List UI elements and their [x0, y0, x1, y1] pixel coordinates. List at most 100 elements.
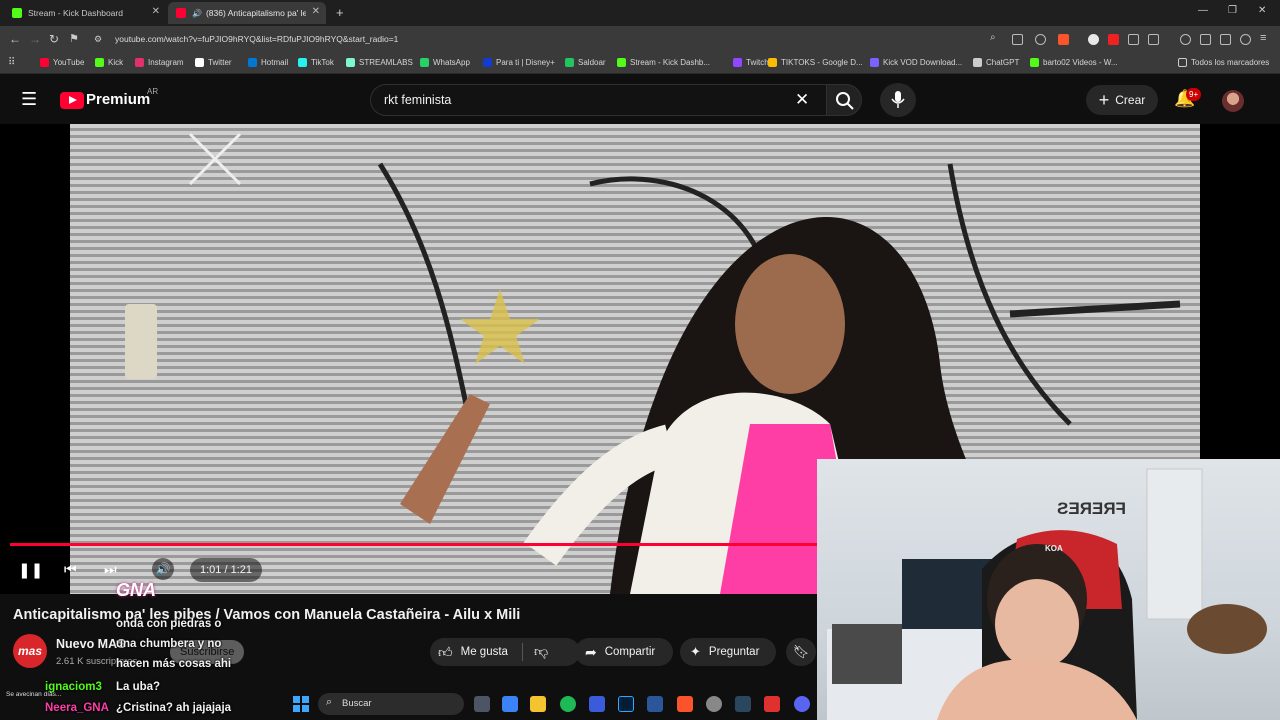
bookmark-item[interactable]: Twitter [195, 58, 232, 67]
time-display: 1:01 / 1:21 [190, 558, 262, 582]
spotify-icon[interactable] [560, 696, 576, 712]
bookmark-item[interactable]: YouTube [40, 58, 84, 67]
weather-widget-text[interactable]: Se avecinan días... [6, 691, 61, 698]
share-page-icon[interactable] [1035, 34, 1046, 45]
clear-search-icon[interactable]: ✕ [795, 90, 809, 110]
task-view-icon[interactable] [474, 696, 490, 712]
bookmark-favicon-icon [768, 58, 777, 67]
search-icon [836, 92, 854, 110]
discord-icon[interactable] [794, 696, 810, 712]
voice-search-button[interactable] [880, 83, 916, 117]
like-button[interactable]: Me gusta [461, 646, 508, 658]
bookmark-item[interactable]: STREAMLABS [346, 58, 413, 67]
close-tab-icon[interactable]: ✕ [152, 6, 160, 17]
address-bar[interactable]: ⚙ youtube.com/watch?v=fuPJIO9hRYQ&list=R… [88, 29, 1278, 51]
bookmarks-folder[interactable]: Todos los marcadores [1178, 58, 1269, 67]
bookmark-item[interactable]: Instagram [135, 58, 184, 67]
bookmark-item[interactable]: Hotmail [248, 58, 288, 67]
hamburger-menu-icon[interactable]: ☰ [21, 89, 37, 110]
steam-icon[interactable] [735, 696, 751, 712]
word-icon[interactable] [647, 696, 663, 712]
minimize-button[interactable]: — [1198, 5, 1208, 16]
channel-avatar[interactable]: mas [13, 634, 47, 668]
search-query-text[interactable]: rkt feminista [384, 93, 451, 107]
audio-playing-icon[interactable]: 🔊 [192, 9, 202, 18]
brave-icon[interactable] [677, 696, 693, 712]
share-label: Compartir [604, 646, 656, 658]
bookmark-item[interactable]: ChatGPT [973, 58, 1019, 67]
bookmark-item[interactable]: Kick [95, 58, 123, 67]
share-button[interactable]: ➦ Compartir [575, 638, 673, 666]
voice-mod-icon[interactable] [764, 696, 780, 712]
previous-button[interactable]: ⏮ [64, 561, 77, 578]
search-button[interactable] [826, 84, 862, 116]
extension-icon[interactable] [1108, 34, 1119, 45]
bookmark-label: Kick VOD Download... [883, 58, 963, 67]
premium-logo-text[interactable]: Premium [86, 91, 150, 108]
wallet-icon[interactable] [1220, 34, 1231, 45]
stream-watermark-logo: GNA [116, 580, 156, 600]
taskbar-search-box[interactable]: ⌕ Buscar [318, 693, 464, 715]
bookmark-item[interactable]: Kick VOD Download... [870, 58, 962, 67]
browser-tab-bar: Stream - Kick Dashboard ✕ 🔊 (836) Antica… [0, 0, 1280, 26]
tab-search-icon[interactable] [1200, 34, 1211, 45]
bookmark-save-icon: 🔖︎ [792, 644, 810, 659]
media-icon[interactable] [1180, 34, 1191, 45]
extension-icon[interactable] [1088, 34, 1099, 45]
bookmark-item[interactable]: Para ti | Disney+ [483, 58, 555, 67]
save-button[interactable]: 🔖︎ [786, 638, 816, 666]
menu-icon[interactable]: ≡ [1260, 32, 1266, 44]
brave-shields-icon[interactable] [1058, 34, 1069, 45]
url-text[interactable]: youtube.com/watch?v=fuPJIO9hRYQ&list=RDf… [115, 34, 398, 44]
vegas-icon[interactable] [589, 696, 605, 712]
tab-kick-dashboard[interactable]: Stream - Kick Dashboard ✕ [4, 2, 166, 24]
bookmark-item[interactable]: WhatsApp [420, 58, 470, 67]
pause-button[interactable]: ❚❚ [18, 561, 43, 579]
thumbs-up-icon[interactable]: 👍︎ [438, 644, 453, 661]
bookmark-item[interactable]: Stream - Kick Dashb... [617, 58, 710, 67]
back-icon[interactable]: ← [9, 32, 21, 46]
sparkle-icon: ✦ [690, 644, 701, 659]
youtube-logo-icon[interactable] [60, 92, 84, 109]
taskbar-search-label: Buscar [342, 698, 372, 709]
notifications-badge: 9+ [1186, 88, 1202, 101]
extensions-puzzle-icon[interactable] [1128, 34, 1139, 45]
bookmark-item[interactable]: Twitch [733, 58, 769, 67]
windows-start-icon[interactable] [293, 696, 309, 712]
volume-icon[interactable]: 🔊 [152, 558, 174, 580]
screen-share-icon[interactable] [1012, 34, 1023, 45]
avatar[interactable] [1222, 90, 1244, 112]
app-icon[interactable] [706, 696, 722, 712]
notepad-icon[interactable] [502, 696, 518, 712]
new-tab-button[interactable]: + [336, 5, 344, 20]
bookmark-item[interactable]: Saldoar [565, 58, 606, 67]
search-input[interactable]: rkt feminista ✕ [370, 84, 826, 116]
close-window-button[interactable]: ✕ [1258, 5, 1266, 16]
forward-icon[interactable]: → [29, 32, 41, 46]
maximize-button[interactable]: ❐ [1228, 5, 1237, 16]
divider [522, 643, 523, 661]
zoom-icon[interactable]: ⌕ [990, 32, 996, 43]
vpn-icon[interactable] [1240, 34, 1251, 45]
bookmark-item[interactable]: TikTok [298, 58, 334, 67]
bookmark-favicon-icon [135, 58, 144, 67]
bookmark-item[interactable]: TIKTOKS - Google D... [768, 58, 863, 67]
next-button[interactable]: ⏭ [104, 561, 117, 578]
photoshop-icon[interactable] [618, 696, 634, 712]
apps-grid-icon[interactable]: ⠿ [8, 57, 15, 68]
file-explorer-icon[interactable] [530, 696, 546, 712]
plus-icon: + [1098, 89, 1110, 110]
bookmark-icon[interactable]: ⚑ [69, 32, 79, 45]
wall-text: FRERES [1057, 499, 1126, 518]
sidebar-icon[interactable] [1148, 34, 1159, 45]
site-info-icon[interactable]: ⚙ [94, 34, 102, 45]
ask-button[interactable]: ✦ Preguntar [680, 638, 776, 666]
create-button[interactable]: + Crear [1086, 85, 1158, 115]
reload-icon[interactable]: ↻ [49, 32, 59, 46]
tab-youtube-video[interactable]: 🔊 (836) Anticapitalismo pa' les pibes ✕ [168, 2, 326, 24]
browser-toolbar: ← → ↻ ⚑ ⚙ youtube.com/watch?v=fuPJIO9hRY… [0, 26, 1280, 54]
webcam-overlay: FRERES KOA [817, 459, 1280, 720]
bookmark-item[interactable]: barto02 Videos - W... [1030, 58, 1118, 67]
close-tab-icon[interactable]: ✕ [312, 6, 320, 17]
thumbs-down-icon[interactable]: 👎︎ [534, 643, 548, 660]
